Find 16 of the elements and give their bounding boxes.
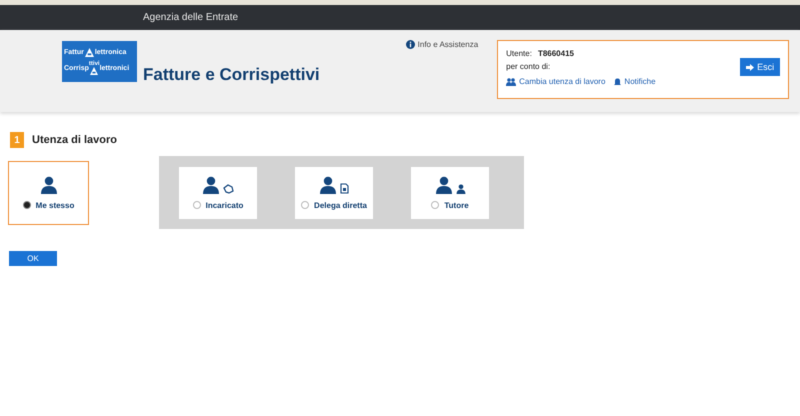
user-id: T8660415 <box>538 49 574 58</box>
on-behalf-label: per conto di: <box>506 62 550 71</box>
info-link[interactable]: Info e Assistenza <box>418 40 478 49</box>
step-number: 1 <box>10 132 24 148</box>
option-card[interactable]: Me stesso <box>8 160 89 224</box>
notifications-link[interactable]: Notifiche <box>624 77 656 86</box>
step-title: Utenza di lavoro <box>32 134 117 146</box>
option-card[interactable]: Incaricato <box>179 166 257 218</box>
option-card[interactable]: Tutore <box>411 166 489 218</box>
agency-title: Agenzia delle Entrate <box>143 12 238 23</box>
option-card[interactable]: Delega diretta <box>295 166 373 218</box>
exit-button[interactable]: Esci <box>740 58 780 76</box>
change-user-link[interactable]: Cambia utenza di lavoro <box>519 77 606 86</box>
app-title: Fatture e Corrispettivi <box>143 65 320 85</box>
user-label: Utente: <box>506 49 532 58</box>
ok-button[interactable]: OK <box>9 251 57 266</box>
